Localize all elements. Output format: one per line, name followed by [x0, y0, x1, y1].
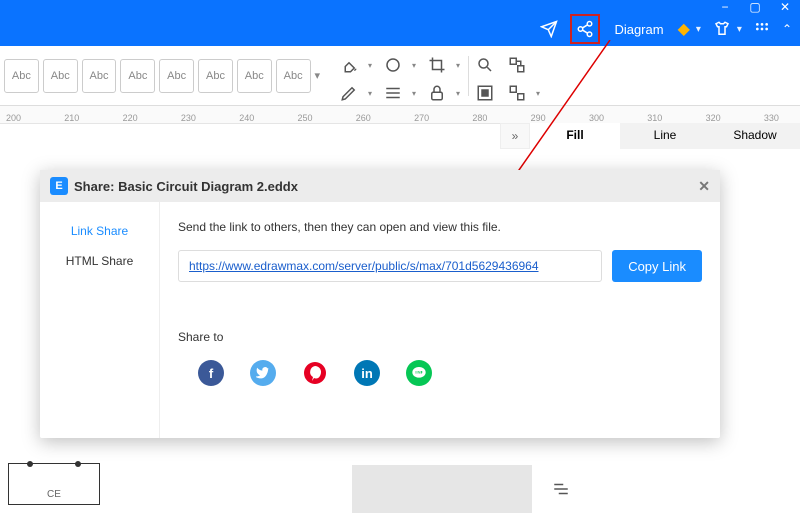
- shirt-dropdown[interactable]: ▾: [737, 24, 742, 35]
- pencil-icon[interactable]: [340, 84, 362, 106]
- titlebar: − ▢ ✕ Diagram ◆ ▾ ▾ ⌃: [0, 0, 800, 46]
- sidebar-link-share[interactable]: Link Share: [40, 216, 159, 246]
- horizontal-ruler: 2002102202302402502602702802903003103203…: [0, 106, 800, 124]
- shirt-icon[interactable]: [713, 20, 731, 38]
- diagram-dropdown[interactable]: ▾: [696, 24, 701, 35]
- right-panel-tabs: » Fill Line Shadow: [500, 123, 800, 149]
- tab-fill[interactable]: Fill: [530, 123, 620, 149]
- window-close[interactable]: ✕: [780, 2, 790, 12]
- align-icon[interactable]: [552, 480, 570, 501]
- share-pinterest-button[interactable]: [302, 360, 328, 386]
- canvas-gray-area: [352, 465, 532, 513]
- share-linkedin-button[interactable]: in: [354, 360, 380, 386]
- copy-link-button[interactable]: Copy Link: [612, 250, 702, 282]
- share-line-button[interactable]: [406, 360, 432, 386]
- expand-panel-icon[interactable]: »: [500, 123, 530, 149]
- share-instruction: Send the link to others, then they can o…: [178, 220, 702, 234]
- share-dialog: E Share: Basic Circuit Diagram 2.eddx ✕ …: [40, 170, 720, 438]
- share-twitter-button[interactable]: [250, 360, 276, 386]
- dialog-title: Share: Basic Circuit Diagram 2.eddx: [74, 179, 298, 194]
- style-more-dropdown[interactable]: ▾: [315, 69, 321, 82]
- canvas-shape[interactable]: CE: [8, 463, 100, 505]
- line-style-icon[interactable]: [384, 84, 406, 106]
- dialog-close-button[interactable]: ✕: [698, 178, 710, 195]
- collapse-ribbon-icon[interactable]: ⌃: [782, 22, 792, 36]
- window-minimize[interactable]: −: [720, 2, 730, 12]
- apps-icon[interactable]: [754, 21, 770, 37]
- style-preset-2[interactable]: Abc: [43, 59, 78, 93]
- style-preset-8[interactable]: Abc: [276, 59, 311, 93]
- share-icon[interactable]: [570, 14, 600, 44]
- diagram-label[interactable]: Diagram: [614, 22, 663, 37]
- shape-label: CE: [9, 489, 99, 500]
- window-maximize[interactable]: ▢: [750, 2, 760, 12]
- style-preset-3[interactable]: Abc: [82, 59, 117, 93]
- app-logo-icon: E: [50, 177, 68, 195]
- dialog-sidebar: Link Share HTML Share: [40, 202, 160, 438]
- dialog-header: E Share: Basic Circuit Diagram 2.eddx ✕: [40, 170, 720, 202]
- ribbon: Abc Abc Abc Abc Abc Abc Abc Abc ▾: [0, 46, 800, 106]
- style-preset-7[interactable]: Abc: [237, 59, 272, 93]
- search-icon[interactable]: [476, 56, 498, 78]
- style-preset-1[interactable]: Abc: [4, 59, 39, 93]
- crop-icon[interactable]: [428, 56, 450, 78]
- sidebar-html-share[interactable]: HTML Share: [40, 246, 159, 276]
- style-preset-5[interactable]: Abc: [159, 59, 194, 93]
- share-facebook-button[interactable]: f: [198, 360, 224, 386]
- diamond-premium-icon[interactable]: ◆: [678, 19, 690, 39]
- lock-icon[interactable]: [428, 84, 450, 106]
- replace-icon[interactable]: [508, 56, 530, 78]
- tab-line[interactable]: Line: [620, 123, 710, 149]
- tab-shadow[interactable]: Shadow: [710, 123, 800, 149]
- select-all-icon[interactable]: [476, 84, 498, 106]
- shape-outline-icon[interactable]: [384, 56, 406, 78]
- fill-bucket-icon[interactable]: [340, 56, 362, 78]
- share-url-input[interactable]: [178, 250, 602, 282]
- group-icon[interactable]: [508, 84, 530, 106]
- style-preset-6[interactable]: Abc: [198, 59, 233, 93]
- share-to-label: Share to: [178, 330, 702, 344]
- send-icon[interactable]: [540, 20, 558, 38]
- style-preset-4[interactable]: Abc: [120, 59, 155, 93]
